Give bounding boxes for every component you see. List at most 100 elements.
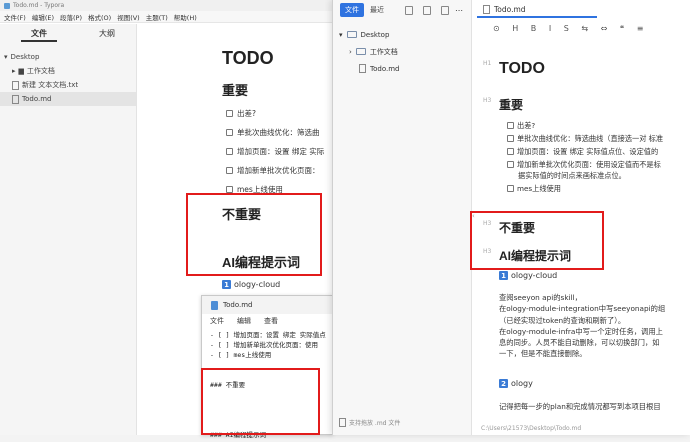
task-item[interactable]: 增加页面：设置 绑定 实际: [226, 142, 324, 161]
folder-open-icon[interactable]: [441, 5, 449, 15]
file-icon: [12, 94, 19, 104]
heading-important: 重要: [499, 98, 524, 112]
right-file-tree: ▾ Desktop › 工作文档 Todo.md: [333, 26, 471, 77]
task-list: 出差? 单批次曲线优化：筛选曲 增加页面：设置 绑定 实际 增加新单批次优化页面…: [226, 104, 324, 199]
tree-item-work-docs[interactable]: › 工作文档: [333, 43, 471, 60]
task-item[interactable]: 增加新单批次优化页面：使用设定值而不是标: [507, 159, 663, 170]
menu-format[interactable]: 格式(O): [88, 12, 111, 22]
file-tree: ▾ Desktop ▸ ▆ 工作文档 新建 文本文档.txt Todo.md: [0, 50, 136, 106]
tab-files[interactable]: 文件: [340, 3, 364, 17]
checkbox[interactable]: [226, 186, 233, 193]
para-line: （已经实现过token的查询和刷新了）。: [499, 315, 626, 325]
tree-item-label: 工作文档: [26, 67, 55, 75]
tree-item-label: 工作文档: [369, 47, 398, 56]
para-line: 在ology-module-infra中写一个定时任务，调用上: [499, 326, 663, 336]
checkbox[interactable]: [226, 167, 233, 174]
paragraph: 查阅seeyon api的skill， 在ology-module-integr…: [499, 292, 665, 360]
format-toolbar[interactable]: ⊙ H B I S ⇆ ⇔ ❝ ≡: [493, 24, 648, 33]
tree-item-desktop[interactable]: ▾ Desktop: [0, 50, 136, 64]
checkbox[interactable]: [507, 135, 514, 142]
doc-title: TODO: [222, 48, 274, 68]
task-text: 增加页面：设置 绑定 实际值点位、设定值的: [517, 147, 659, 156]
more-icon[interactable]: ⋯: [455, 6, 463, 15]
tree-item-todo[interactable]: Todo.md: [333, 60, 471, 77]
file-icon: [12, 80, 19, 90]
tree-item-label: Desktop: [10, 53, 40, 61]
notepad-menu: 文件 编辑 查看: [202, 314, 332, 328]
ology-cloud-label: ology-cloud: [234, 280, 281, 289]
task-text: 单批次曲线优化：筛选曲: [237, 128, 320, 137]
drop-hint: 支持拖放 .md 文件: [339, 418, 400, 427]
open-file-icon[interactable]: [423, 5, 431, 15]
tree-item-new-text[interactable]: 新建 文本文档.txt: [0, 78, 136, 92]
task-item[interactable]: 单批次曲线优化：筛选曲: [226, 123, 324, 142]
doc-title: TODO: [499, 60, 545, 77]
chevron-right-icon: ›: [349, 47, 352, 56]
heading-important: 重要: [222, 83, 249, 98]
task-item[interactable]: 出差?: [226, 104, 324, 123]
file-icon: [359, 64, 366, 73]
file-path-status: C:\Users\21573\Desktop\Todo.md: [481, 425, 582, 432]
typora-logo-icon: [4, 2, 10, 9]
menu-view[interactable]: 视图(V): [117, 12, 140, 22]
chevron-down-icon: ▾: [339, 30, 343, 39]
number-two-icon: 2: [499, 379, 508, 388]
right-sidebar-header: 文件 最近 ⋯: [333, 0, 471, 20]
checkbox[interactable]: [507, 148, 514, 155]
tree-item-label: Todo.md: [370, 64, 400, 73]
task-text: 出差?: [517, 121, 536, 130]
tree-item-label: Todo.md: [22, 95, 52, 103]
right-sidebar: 文件 最近 ⋯ ▾ Desktop › 工作文档 Todo.md 支持拖放 .m…: [333, 0, 472, 435]
tree-item-label: 新建 文本文档.txt: [22, 81, 79, 89]
notepad-title: Todo.md: [223, 301, 253, 309]
list-item-ology-cloud: 1 ology-cloud: [499, 271, 557, 280]
ology-cloud-label: ology-cloud: [511, 271, 558, 280]
task-text: 出差?: [237, 109, 256, 118]
tree-item-desktop[interactable]: ▾ Desktop: [333, 26, 471, 43]
task-item[interactable]: 增加页面：设置 绑定 实际值点位、设定值的: [507, 146, 663, 159]
number-one-icon: 1: [499, 271, 508, 280]
checkbox[interactable]: [507, 185, 514, 192]
menu-file[interactable]: 文件(F): [4, 12, 26, 22]
drop-icon: [339, 418, 346, 427]
window-title: Todo.md - Typora: [13, 2, 65, 9]
menu-help[interactable]: 帮助(H): [174, 12, 197, 22]
heading-level-mark: H3: [483, 97, 492, 104]
text-line: - [ ] 增加新单批次优化页面：使用: [210, 341, 318, 349]
checkbox[interactable]: [226, 129, 233, 136]
doc-tab[interactable]: Todo.md: [477, 3, 597, 18]
new-file-icon[interactable]: [405, 5, 413, 15]
task-text: 增加新单批次优化页面：: [237, 166, 320, 175]
task-item[interactable]: 单批次曲线优化：筛选曲线（直接选一对 标准: [507, 133, 663, 146]
menu-paragraph[interactable]: 段落(P): [60, 12, 82, 22]
tab-outline[interactable]: 大纲: [99, 28, 115, 42]
ology-label: ology: [511, 379, 533, 388]
sidebar: 文件 大纲 ▾ Desktop ▸ ▆ 工作文档 新建 文本文档.txt Tod…: [0, 24, 137, 435]
para-line: 息的同步。人员不能自动删除，可以切换部门，如: [499, 338, 660, 348]
para-line: 查阅seeyon api的skill，: [499, 293, 582, 302]
menu-theme[interactable]: 主题(T): [146, 12, 168, 22]
notepad-menu-view[interactable]: 查看: [264, 316, 278, 326]
task-text: 单批次曲线优化：筛选曲线（直接选一对 标准: [517, 134, 664, 143]
menu-edit[interactable]: 编辑(E): [32, 12, 54, 22]
tree-item-work-docs[interactable]: ▸ ▆ 工作文档: [0, 64, 136, 78]
file-icon: [483, 5, 490, 14]
tab-files[interactable]: 文件: [21, 28, 57, 42]
heading-level-mark: H1: [483, 60, 492, 67]
checkbox[interactable]: [507, 161, 514, 168]
checkbox[interactable]: [226, 110, 233, 117]
task-item[interactable]: 出差?: [507, 120, 663, 133]
notepad-menu-file[interactable]: 文件: [210, 316, 224, 326]
notepad-menu-edit[interactable]: 编辑: [237, 316, 251, 326]
task-item[interactable]: 增加新单批次优化页面：: [226, 161, 324, 180]
folder-icon: [346, 31, 357, 38]
checkbox[interactable]: [507, 122, 514, 129]
number-one-icon: 1: [222, 280, 231, 289]
highlight-box-left: [186, 193, 322, 276]
list-item-ology: 2 ology: [499, 379, 533, 388]
tab-recent[interactable]: 最近: [370, 5, 384, 15]
para-line: 在ology-module-integration中写seeyonapi的组: [499, 304, 666, 314]
checkbox[interactable]: [226, 148, 233, 155]
tree-item-todo[interactable]: Todo.md: [0, 92, 136, 106]
task-item[interactable]: mes上线使用: [507, 183, 663, 196]
